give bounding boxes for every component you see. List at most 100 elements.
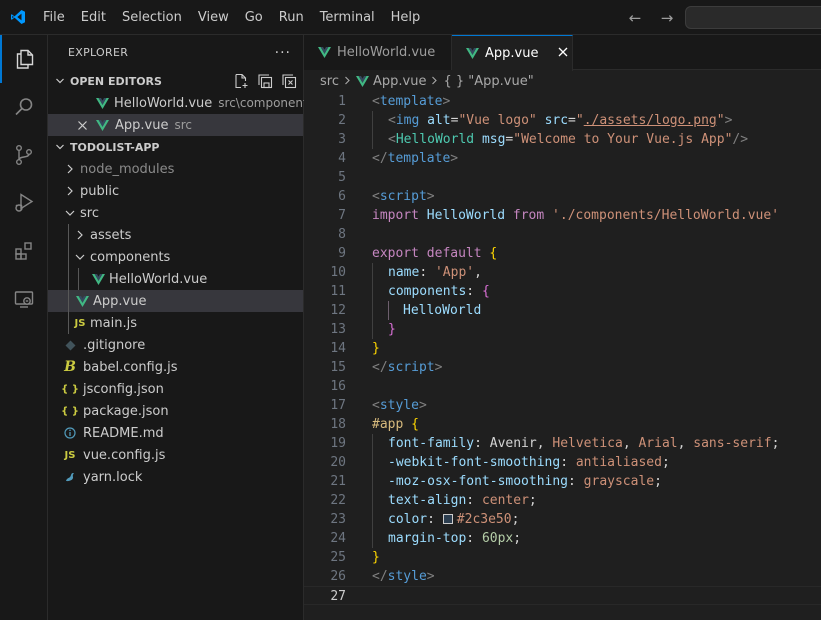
more-actions-icon[interactable]: ··· bbox=[275, 45, 291, 61]
open-editor-name: App.vue bbox=[115, 117, 169, 133]
tree-file-main-js[interactable]: JS main.js bbox=[48, 312, 303, 334]
tree-item-label: HelloWorld.vue bbox=[109, 271, 208, 287]
menu-go[interactable]: Go bbox=[237, 0, 271, 35]
code-line: 26 </style> bbox=[304, 567, 821, 586]
open-editors-actions bbox=[231, 70, 299, 92]
line-text: font-family: Avenir, Helvetica, Arial, s… bbox=[388, 436, 780, 451]
menu-view[interactable]: View bbox=[190, 0, 237, 35]
tree-file-app-vue[interactable]: App.vue bbox=[48, 290, 303, 312]
tree-file-vue-config[interactable]: JS vue.config.js bbox=[48, 444, 303, 466]
code-line: 11 components: { bbox=[304, 282, 821, 301]
code-line: 19 font-family: Avenir, Helvetica, Arial,… bbox=[304, 434, 821, 453]
close-all-editors-icon[interactable] bbox=[279, 71, 299, 91]
tab-app-vue[interactable]: App.vue bbox=[452, 35, 573, 71]
tree-file-readme[interactable]: README.md bbox=[48, 422, 303, 444]
menu-file[interactable]: File bbox=[35, 0, 73, 35]
breadcrumb-file[interactable]: App.vue bbox=[373, 74, 426, 89]
code-line: 3 <HelloWorld msg="Welcome to Your Vue.js… bbox=[304, 130, 821, 149]
code-line: 14} bbox=[304, 339, 821, 358]
tree-file-babel-config[interactable]: B babel.config.js bbox=[48, 356, 303, 378]
indent-guide bbox=[68, 246, 69, 268]
tree-item-label: main.js bbox=[90, 315, 137, 331]
line-text: <script> bbox=[372, 189, 435, 204]
code-line: 7 import HelloWorld from './components/He… bbox=[304, 206, 821, 225]
color-swatch[interactable] bbox=[442, 514, 453, 524]
breadcrumb-symbol[interactable]: { } "App.vue" bbox=[443, 74, 533, 89]
command-center-search[interactable] bbox=[685, 6, 821, 29]
code-line: 12 HelloWorld bbox=[304, 301, 821, 320]
line-number: 26 bbox=[330, 569, 346, 584]
remote-explorer-icon[interactable] bbox=[0, 275, 48, 323]
line-text: } bbox=[372, 341, 380, 356]
source-control-icon[interactable] bbox=[0, 131, 48, 179]
tree-folder-public[interactable]: public bbox=[48, 180, 303, 202]
save-all-icon[interactable] bbox=[255, 71, 275, 91]
line-text: <style> bbox=[372, 398, 427, 413]
menu-selection[interactable]: Selection bbox=[114, 0, 190, 35]
line-number: 15 bbox=[330, 360, 346, 375]
vue-file-icon bbox=[466, 48, 479, 59]
menu-terminal[interactable]: Terminal bbox=[312, 0, 383, 35]
tree-file-gitignore[interactable]: .gitignore bbox=[48, 334, 303, 356]
close-icon[interactable] bbox=[74, 120, 90, 131]
tree-folder-components[interactable]: components bbox=[48, 246, 303, 268]
tree-file-jsconfig[interactable]: { } jsconfig.json bbox=[48, 378, 303, 400]
code-editor[interactable]: 1 <template> 2 <img alt="Vue logo" src="./… bbox=[304, 92, 821, 605]
project-header[interactable]: TODOLIST-APP bbox=[48, 136, 303, 158]
navigation-controls: ← → bbox=[622, 0, 680, 35]
breadcrumb: src App.vue { } "App.vue" bbox=[304, 70, 821, 92]
line-number: 24 bbox=[330, 531, 346, 546]
line-number: 11 bbox=[330, 284, 346, 299]
code-line: 16 bbox=[304, 377, 821, 396]
new-untitled-file-icon[interactable] bbox=[231, 71, 251, 91]
line-text: margin-top: 60px; bbox=[388, 531, 522, 546]
open-editor-helloworld[interactable]: HelloWorld.vue src\components bbox=[48, 92, 314, 114]
tree-folder-assets[interactable]: assets bbox=[48, 224, 303, 246]
search-icon[interactable] bbox=[0, 83, 48, 131]
tree-folder-src[interactable]: src bbox=[48, 202, 303, 224]
tree-item-label: yarn.lock bbox=[83, 469, 143, 485]
menu-help[interactable]: Help bbox=[383, 0, 429, 35]
line-text: } bbox=[372, 550, 380, 565]
line-number: 20 bbox=[330, 455, 346, 470]
go-back-icon[interactable]: ← bbox=[622, 5, 648, 31]
line-text: components: { bbox=[388, 284, 490, 299]
line-text: HelloWorld bbox=[403, 303, 482, 318]
json-file-icon: { } bbox=[61, 405, 79, 417]
line-number: 14 bbox=[330, 341, 346, 356]
javascript-file-icon: JS bbox=[64, 449, 76, 461]
explorer-header: EXPLORER ··· bbox=[48, 35, 303, 70]
menu-run[interactable]: Run bbox=[271, 0, 312, 35]
code-line: 21 -moz-osx-font-smoothing: grayscale; bbox=[304, 472, 821, 491]
breadcrumb-folder[interactable]: src bbox=[320, 74, 339, 89]
code-line: 20 -webkit-font-smoothing: antialiased; bbox=[304, 453, 821, 472]
tree-file-helloworld[interactable]: HelloWorld.vue bbox=[48, 268, 303, 290]
extensions-icon[interactable] bbox=[0, 227, 48, 275]
open-editor-path: src bbox=[174, 118, 192, 132]
line-number: 16 bbox=[330, 379, 346, 394]
line-number: 18 bbox=[330, 417, 346, 432]
close-tab-icon[interactable] bbox=[558, 46, 568, 61]
line-text: text-align: center; bbox=[388, 493, 537, 508]
go-forward-icon[interactable]: → bbox=[654, 5, 680, 31]
code-line: 5 bbox=[304, 168, 821, 187]
open-editors-header[interactable]: OPEN EDITORS bbox=[48, 70, 303, 92]
explorer-icon[interactable] bbox=[0, 35, 48, 83]
indent-guide bbox=[68, 312, 69, 334]
run-debug-icon[interactable] bbox=[0, 179, 48, 227]
line-number: 1 bbox=[338, 94, 346, 109]
menu-edit[interactable]: Edit bbox=[73, 0, 114, 35]
vue-file-icon bbox=[355, 75, 369, 87]
line-number: 19 bbox=[330, 436, 346, 451]
indent-guide bbox=[78, 268, 79, 290]
vscode-logo-icon bbox=[0, 0, 35, 35]
open-editor-app[interactable]: App.vue src bbox=[48, 114, 303, 136]
tree-item-label: components bbox=[90, 249, 171, 265]
tree-file-package-json[interactable]: { } package.json bbox=[48, 400, 303, 422]
line-text: </template> bbox=[372, 151, 459, 166]
line-number: 17 bbox=[330, 398, 346, 413]
tree-file-yarn-lock[interactable]: yarn.lock bbox=[48, 466, 303, 488]
code-line: 4 </template> bbox=[304, 149, 821, 168]
tree-folder-node-modules[interactable]: node_modules bbox=[48, 158, 303, 180]
tab-helloworld-vue[interactable]: HelloWorld.vue bbox=[304, 35, 452, 70]
